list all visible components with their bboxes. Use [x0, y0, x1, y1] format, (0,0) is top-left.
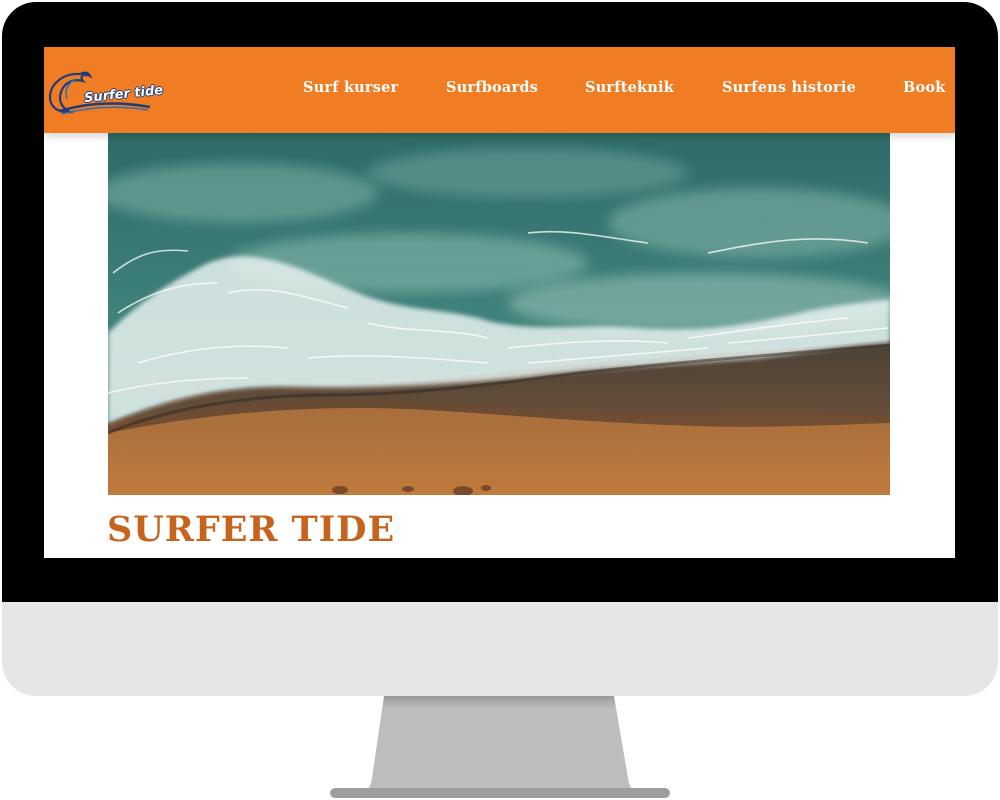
nav-link-book[interactable]: Book — [903, 79, 945, 96]
nav-link-surfboards[interactable]: Surfboards — [446, 79, 538, 96]
monitor-chin — [2, 602, 998, 696]
nav-link-surfteknik[interactable]: Surfteknik — [585, 79, 674, 96]
site-header: Surfer tide Surf kurser Surfboards Surft… — [44, 47, 955, 133]
aerial-beach-image — [108, 133, 890, 495]
hero-image — [108, 133, 890, 495]
website-screen: Surfer tide Surf kurser Surfboards Surft… — [44, 47, 955, 558]
main-nav: Surf kurser Surfboards Surfteknik Surfen… — [44, 47, 955, 133]
nav-link-surf-kurser[interactable]: Surf kurser — [303, 79, 398, 96]
nav-link-surfens-historie[interactable]: Surfens historie — [722, 79, 856, 96]
desktop-monitor-mockup: Surfer tide Surf kurser Surfboards Surft… — [0, 0, 1000, 800]
page-title: SURFER TIDE — [107, 509, 396, 550]
